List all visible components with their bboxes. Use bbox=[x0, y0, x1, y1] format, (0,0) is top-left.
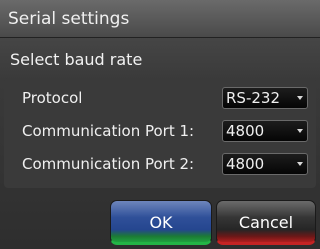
serial-settings-dialog: Serial settings Select baud rate Protoco… bbox=[0, 0, 320, 249]
cancel-button[interactable]: Cancel bbox=[216, 200, 316, 245]
dialog-subtitle: Select baud rate bbox=[10, 50, 143, 69]
protocol-select[interactable]: RS-232 bbox=[222, 87, 308, 109]
chevron-down-icon bbox=[297, 162, 303, 166]
protocol-value: RS-232 bbox=[226, 89, 280, 107]
chevron-down-icon bbox=[297, 96, 303, 100]
port2-label: Communication Port 2: bbox=[22, 155, 195, 173]
port2-baud-select[interactable]: 4800 bbox=[222, 153, 308, 175]
dialog-title: Serial settings bbox=[0, 0, 320, 38]
port1-baud-select[interactable]: 4800 bbox=[222, 120, 308, 142]
port2-value: 4800 bbox=[226, 155, 265, 173]
ok-button[interactable]: OK bbox=[110, 200, 212, 245]
port1-value: 4800 bbox=[226, 122, 265, 140]
port1-label: Communication Port 1: bbox=[22, 122, 195, 140]
chevron-down-icon bbox=[297, 129, 303, 133]
protocol-label: Protocol bbox=[22, 89, 83, 107]
